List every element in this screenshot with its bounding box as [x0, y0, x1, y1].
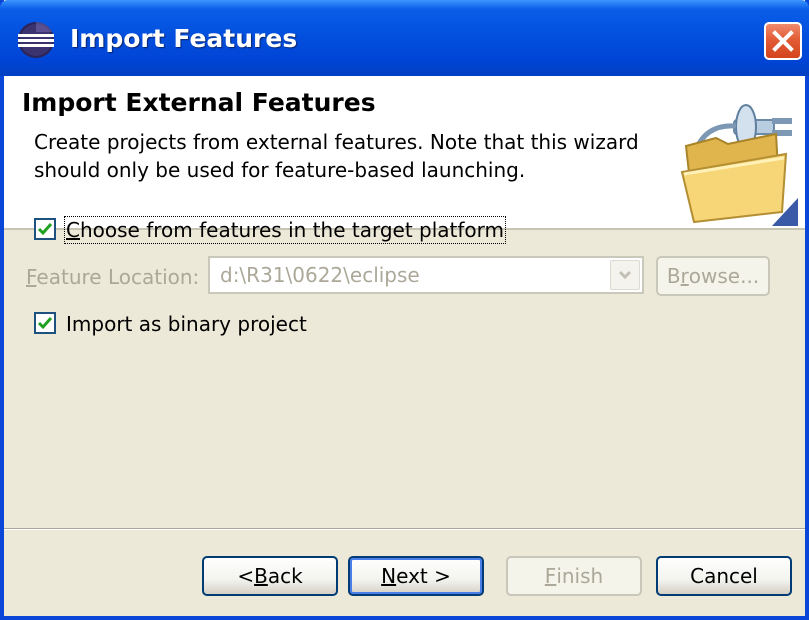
- finish-button[interactable]: Finish: [506, 556, 642, 596]
- btn-text: <: [237, 564, 255, 588]
- label-rest: eature Location:: [36, 265, 200, 289]
- cancel-button[interactable]: Cancel: [656, 556, 792, 596]
- mnemonic-char: C: [66, 218, 80, 242]
- feature-location-label: Feature Location:: [26, 265, 199, 289]
- import-binary-checkbox[interactable]: [34, 312, 56, 334]
- close-icon[interactable]: [764, 22, 802, 60]
- btn-text: owse...: [688, 264, 760, 288]
- folder-plug-icon: [676, 80, 802, 226]
- browse-button[interactable]: Br owse...: [656, 256, 770, 296]
- chevron-down-icon[interactable]: [610, 260, 640, 290]
- import-binary-label[interactable]: Import as binary project: [66, 312, 307, 336]
- button-bar-separator: [4, 528, 805, 530]
- eclipse-icon: [16, 20, 56, 60]
- page-title: Import External Features: [22, 88, 376, 117]
- btn-text: ext >: [396, 564, 451, 588]
- feature-location-value: d:\R31\0622\eclipse: [220, 263, 420, 287]
- wizard-header: Import External Features Create projects…: [4, 76, 805, 230]
- label-rest: hoose from features in the target platfo…: [79, 218, 505, 242]
- mnemonic-char: B: [254, 564, 268, 588]
- window-title: Import Features: [70, 24, 298, 53]
- mnemonic-char: N: [381, 564, 397, 588]
- btn-text: inish: [556, 564, 604, 588]
- btn-text: ack: [267, 564, 303, 588]
- mnemonic-char: F: [26, 265, 37, 289]
- choose-from-target-label[interactable]: Choose from features in the target platf…: [63, 216, 507, 244]
- choose-from-target-checkbox[interactable]: [34, 218, 56, 240]
- title-bar[interactable]: Import Features: [0, 0, 809, 76]
- feature-location-combo[interactable]: d:\R31\0622\eclipse: [208, 256, 644, 294]
- mnemonic-char: F: [544, 564, 557, 588]
- next-button[interactable]: Next >: [348, 556, 484, 596]
- page-description: Create projects from external features. …: [34, 130, 639, 182]
- import-features-dialog: Import Features Import External Features…: [0, 0, 809, 620]
- mnemonic-char: r: [680, 264, 689, 288]
- btn-text: B: [666, 264, 681, 288]
- back-button[interactable]: < Back: [202, 556, 338, 596]
